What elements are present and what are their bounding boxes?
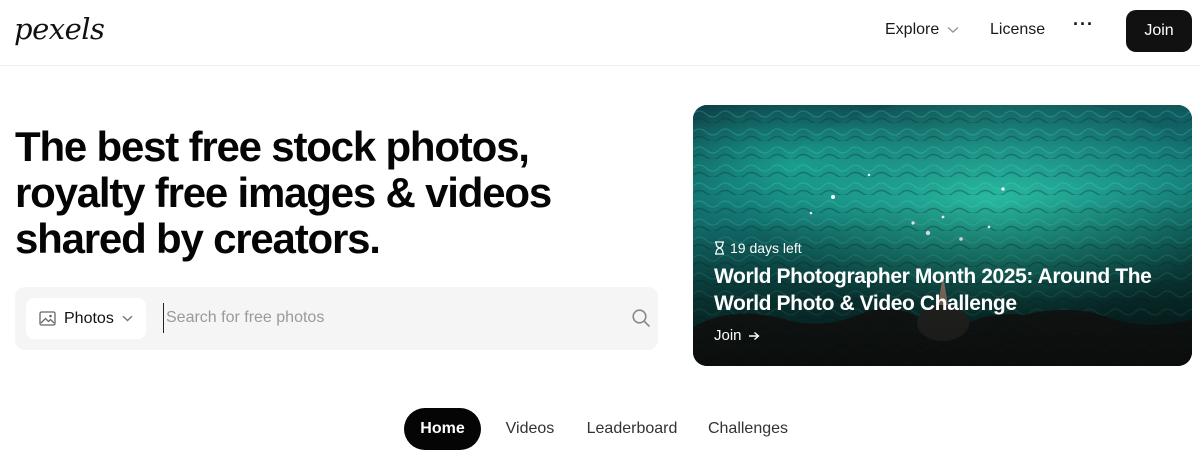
- days-left-label: 19 days left: [730, 240, 802, 256]
- chevron-down-icon: [122, 315, 133, 322]
- search-icon[interactable]: [631, 308, 651, 328]
- tab-challenges[interactable]: Challenges: [700, 408, 796, 450]
- arrow-right-icon: [748, 331, 760, 340]
- tab-leaderboard[interactable]: Leaderboard: [580, 408, 684, 450]
- tab-home[interactable]: Home: [404, 408, 481, 450]
- site-header: pexels Explore License ··· Join: [0, 0, 1200, 66]
- challenge-title[interactable]: World Photographer Month 2025: Around Th…: [714, 263, 1154, 317]
- nav-explore[interactable]: Explore: [885, 21, 959, 39]
- tab-videos[interactable]: Videos: [496, 408, 564, 450]
- hero-title-line-2: royalty free images & videos: [15, 169, 552, 216]
- search-input[interactable]: [163, 303, 603, 333]
- hero-title-line-1: The best free stock photos,: [15, 123, 530, 170]
- search-type-label: Photos: [64, 309, 114, 327]
- card-overlay: [693, 105, 1192, 366]
- chevron-down-icon: [947, 26, 959, 34]
- nav-license[interactable]: License: [990, 21, 1045, 39]
- join-button[interactable]: Join: [1126, 10, 1192, 52]
- nav-explore-label: Explore: [885, 21, 940, 38]
- search-bar: Photos: [15, 287, 658, 350]
- challenge-join-label: Join: [714, 327, 742, 344]
- challenge-join-link[interactable]: Join: [714, 327, 760, 344]
- days-left: 19 days left: [714, 240, 802, 256]
- search-type-dropdown[interactable]: Photos: [26, 298, 146, 339]
- more-icon[interactable]: ···: [1073, 14, 1094, 35]
- hero-title: The best free stock photos, royalty free…: [15, 124, 635, 262]
- challenge-card[interactable]: 19 days left World Photographer Month 20…: [693, 105, 1192, 366]
- section-tabs: Home Videos Leaderboard Challenges: [0, 408, 1200, 450]
- pexels-logo[interactable]: pexels: [14, 12, 105, 46]
- hero-title-line-3: shared by creators.: [15, 215, 381, 262]
- hourglass-icon: [715, 241, 724, 255]
- image-icon: [39, 311, 56, 326]
